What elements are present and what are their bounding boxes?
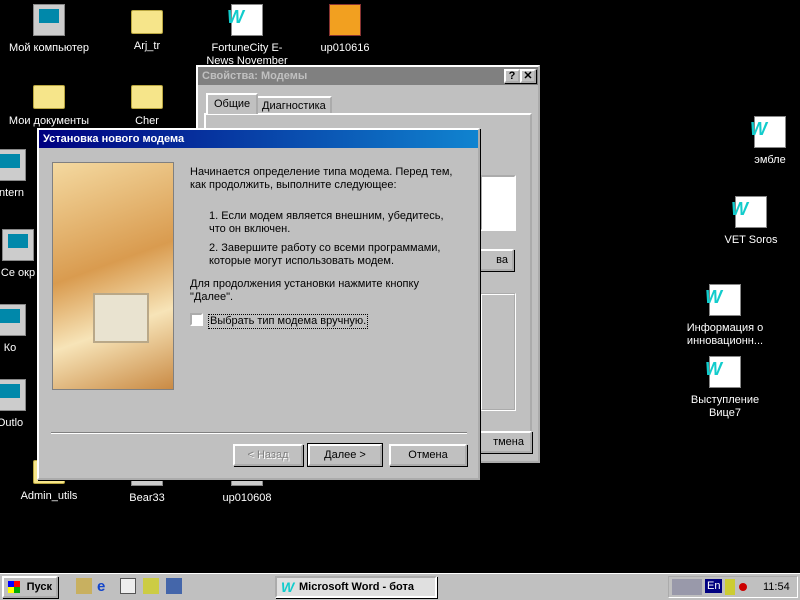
- separator: [51, 432, 467, 434]
- desktop-icon[interactable]: Мой компьютер: [1, 4, 97, 55]
- desktop-icon[interactable]: Информация о инновационн...: [677, 284, 773, 348]
- help-button[interactable]: ?: [504, 69, 520, 83]
- doc-icon: [731, 196, 767, 228]
- title-bar[interactable]: Установка нового модема: [39, 130, 478, 148]
- system-tray: En 11:54: [668, 576, 798, 598]
- doc-icon: [750, 116, 786, 148]
- window-title: Установка нового модема: [43, 133, 185, 145]
- language-indicator[interactable]: En: [705, 579, 723, 593]
- window-title: Свойства: Модемы: [202, 70, 308, 82]
- group-box: [480, 293, 516, 411]
- quick-launch-icon[interactable]: [166, 578, 182, 594]
- cancel-button[interactable]: Отмена: [389, 444, 467, 466]
- doc-icon: [705, 356, 741, 388]
- outlook-express-icon[interactable]: [76, 578, 92, 594]
- back-button[interactable]: < Назад: [233, 444, 303, 466]
- folder-icon: [131, 10, 163, 34]
- alert-icon[interactable]: [739, 583, 747, 591]
- doc-icon: [705, 284, 741, 316]
- step-1: 1. Если модем является внешним, убедитес…: [209, 210, 444, 235]
- icon-label: Cher: [135, 115, 159, 127]
- icon-label: Мои документы: [8, 115, 90, 127]
- word-icon: W: [281, 579, 295, 595]
- desktop-icon[interactable]: VET Soros: [703, 196, 799, 247]
- taskbar: Пуск e W Microsoft Word - бота En 11:54: [0, 573, 800, 600]
- archive-icon: [329, 4, 361, 36]
- app-icon: [0, 304, 26, 336]
- install-modem-wizard[interactable]: Установка нового модема Начинается опред…: [37, 128, 480, 480]
- doc-icon: [227, 4, 263, 36]
- channels-icon[interactable]: [143, 578, 159, 594]
- wizard-image: [52, 162, 174, 390]
- desktop-icon[interactable]: Cher: [99, 79, 195, 128]
- next-button[interactable]: Далее >: [307, 443, 383, 467]
- pc-icon: [33, 4, 65, 36]
- title-bar[interactable]: Свойства: Модемы ? ✕: [198, 67, 538, 85]
- icon-label: Admin_utils: [20, 490, 78, 502]
- taskbar-button-word[interactable]: W Microsoft Word - бота: [275, 576, 437, 598]
- clock: 11:54: [763, 581, 790, 593]
- icon-label: Информация о инновационн...: [686, 322, 764, 347]
- internet-explorer-icon[interactable]: e: [97, 578, 113, 595]
- start-button[interactable]: Пуск: [2, 576, 58, 598]
- desktop-icon[interactable]: [120, 578, 136, 594]
- app-icon: [0, 379, 26, 411]
- intro-text: Начинается определение типа модема. Пере…: [190, 166, 453, 191]
- continue-text: Для продолжения установки нажмите кнопку…: [190, 278, 419, 303]
- desktop-icon[interactable]: up010616: [297, 4, 393, 55]
- close-button[interactable]: ✕: [520, 69, 536, 83]
- icon-label: Мой компьютер: [8, 42, 90, 54]
- icon-label: up010608: [222, 492, 272, 504]
- desktop-icon[interactable]: Arj_tr: [99, 4, 195, 53]
- volume-icon[interactable]: [725, 579, 735, 595]
- icon-label: up010616: [320, 42, 370, 54]
- icon-label: Arj_tr: [133, 40, 161, 52]
- step-2: 2. Завершите работу со всеми программами…: [209, 242, 441, 267]
- icon-label: Bear33: [129, 492, 165, 504]
- monitor-icon: [93, 293, 149, 343]
- app-icon: [2, 229, 34, 261]
- desktop-icon[interactable]: эмбле: [722, 116, 800, 167]
- task-label: Microsoft Word - бота: [299, 581, 414, 593]
- start-label: Пуск: [26, 581, 52, 593]
- icon-label: VET Soros: [724, 234, 778, 246]
- desktop-icon[interactable]: Мои документы: [1, 79, 97, 128]
- tab-general[interactable]: Общие: [206, 93, 259, 114]
- folder-icon: [131, 85, 163, 109]
- windows-logo-icon: [8, 581, 20, 593]
- network-icon[interactable]: [672, 579, 702, 595]
- manual-select-checkbox[interactable]: [190, 313, 203, 326]
- checkbox-label[interactable]: Выбрать тип модема вручную.: [208, 314, 369, 329]
- app-icon: [0, 149, 26, 181]
- icon-label: Выступление Вице7: [690, 394, 760, 419]
- folder-icon: [33, 85, 65, 109]
- icon-label: эмбле: [754, 154, 786, 166]
- modem-list[interactable]: [480, 175, 516, 231]
- desktop-icon[interactable]: Выступление Вице7: [677, 356, 773, 420]
